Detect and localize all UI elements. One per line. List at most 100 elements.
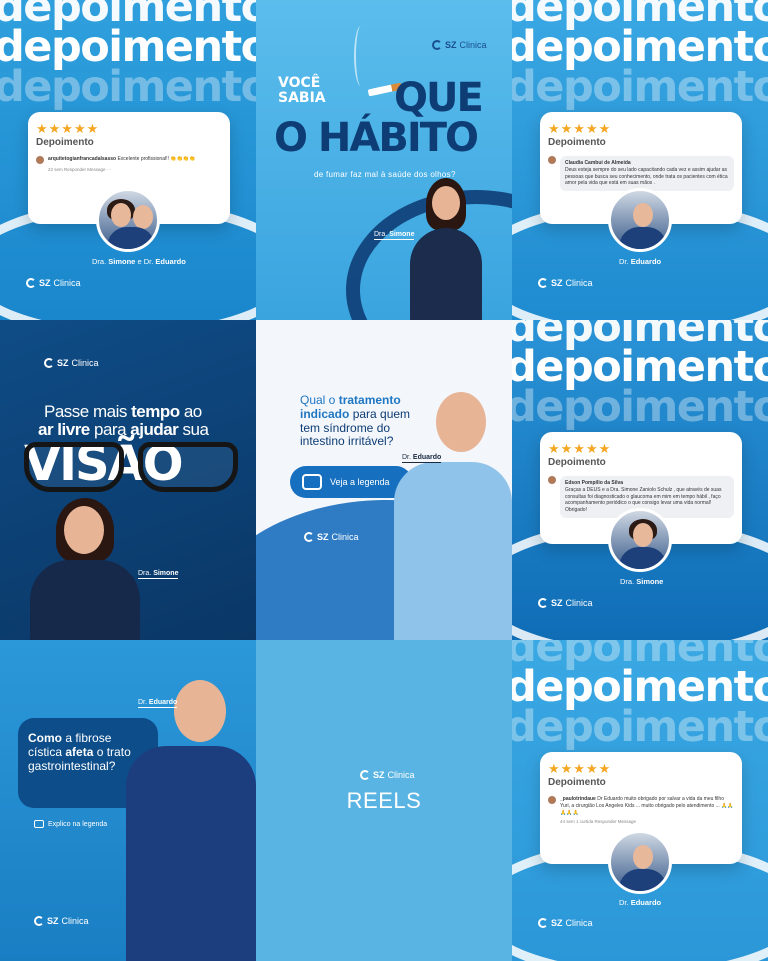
caption-part: Simone bbox=[108, 257, 136, 266]
logo-text: SZ bbox=[551, 278, 563, 288]
doctors-photo bbox=[96, 188, 160, 252]
headline-que: QUE bbox=[394, 75, 484, 121]
photo-caption: Dr. Eduardo bbox=[619, 257, 661, 266]
backdrop-word: depoimento bbox=[512, 382, 768, 432]
logo-text: Clinica bbox=[565, 278, 593, 288]
post-sindrome-intestino[interactable]: Qual o tratamento indicado para quem tem… bbox=[256, 320, 512, 640]
brand-logo: SZ Clinica bbox=[538, 598, 593, 608]
lens-right bbox=[138, 442, 238, 492]
comment-user: _paulotrindaue bbox=[560, 796, 596, 802]
doctor-photo bbox=[608, 188, 672, 252]
body-shape bbox=[126, 746, 256, 961]
doctor-photo bbox=[126, 680, 256, 961]
doctor-tag: Dra. Simone bbox=[374, 231, 415, 240]
brand-logo: SZ Clinica bbox=[538, 918, 593, 928]
logo-text: SZ bbox=[445, 40, 457, 50]
doctor-tag: Dr. Eduardo bbox=[138, 699, 178, 708]
lens-left bbox=[24, 442, 124, 492]
brand-logo: SZ Clinica bbox=[538, 278, 593, 288]
brand-logo: SZ Clinica bbox=[44, 358, 99, 368]
doctor-tag: Dra. Simone bbox=[138, 570, 179, 579]
post-depoimento-3[interactable]: depoimento depoimento depoimento ★★★★★ D… bbox=[512, 320, 768, 640]
smoke-decoration bbox=[354, 26, 368, 86]
logo-text: SZ bbox=[47, 916, 59, 926]
doctor-photo bbox=[30, 498, 140, 640]
comment-body: Claudia Cambui de Almeida Deus esteja sem… bbox=[560, 156, 734, 191]
comment-body: arquitetogianfrancadalsasso Excelente pr… bbox=[48, 156, 195, 164]
logo-text: Clinica bbox=[71, 358, 99, 368]
head-shape bbox=[174, 680, 226, 742]
caption-part: Simone bbox=[636, 577, 664, 586]
glasses-icon bbox=[18, 438, 244, 494]
tag-part: Eduardo bbox=[412, 454, 442, 461]
logo-text: Clinica bbox=[331, 532, 359, 542]
card-title: Depoimento bbox=[548, 137, 606, 148]
logo-text: Clinica bbox=[53, 278, 81, 288]
body-shape bbox=[619, 227, 667, 249]
comment-meta: 44 sem 1 curtida Responder Message bbox=[560, 819, 637, 825]
comment-user: Edson Pompílio da Silva bbox=[565, 480, 624, 486]
comment-body: _paulotrindaue Dr Eduardo muito obrigado… bbox=[560, 796, 734, 816]
caption-part: Eduardo bbox=[630, 898, 662, 907]
post-reels[interactable]: SZ Clinica REELS bbox=[256, 640, 512, 961]
logo-text: SZ bbox=[57, 358, 69, 368]
brand-logo: SZ Clinica bbox=[26, 278, 81, 288]
logo-text: SZ bbox=[39, 278, 51, 288]
body-shape bbox=[394, 462, 512, 640]
avatar bbox=[548, 156, 556, 164]
head-shape bbox=[436, 392, 486, 452]
brand-logo: SZ Clinica bbox=[34, 916, 89, 926]
headline-top: VOCÊ SABIA bbox=[278, 76, 326, 105]
post-fibrose-cistica[interactable]: Como a fibrose cística afeta o trato gas… bbox=[0, 640, 256, 961]
tag-part: Eduardo bbox=[148, 699, 178, 706]
logo-icon bbox=[34, 916, 44, 926]
backdrop-word: depoimento bbox=[512, 702, 768, 752]
comment: Claudia Cambui de Almeida Deus esteja sem… bbox=[548, 156, 734, 191]
photo-caption: Dra. Simone e Dr. Eduardo bbox=[92, 257, 186, 266]
rating-stars: ★★★★★ bbox=[548, 121, 612, 136]
caption-part: Dra. bbox=[620, 577, 635, 586]
caption-part: Dr. bbox=[619, 257, 629, 266]
rating-stars: ★★★★★ bbox=[548, 441, 612, 456]
post-depoimento-4[interactable]: depoimento depoimento depoimento ★★★★★ D… bbox=[512, 640, 768, 961]
post-depoimento-1[interactable]: depoimento depoimento depoimento ★★★★★ D… bbox=[0, 0, 256, 320]
tag-part: Simone bbox=[389, 231, 415, 238]
comment-meta: 22 sem Responder Message ··· bbox=[48, 167, 112, 172]
reels-label: REELS bbox=[346, 788, 422, 813]
logo-text: SZ bbox=[317, 532, 329, 542]
head-shape bbox=[633, 523, 653, 547]
photo-caption: Dr. Eduardo bbox=[619, 898, 661, 907]
brand-logo: SZ Clinica bbox=[360, 770, 415, 780]
logo-icon bbox=[44, 358, 54, 368]
caption-part: Eduardo bbox=[630, 257, 662, 266]
body-shape bbox=[619, 869, 667, 891]
brand-logo: SZ Clinica bbox=[304, 532, 359, 542]
body-shape bbox=[410, 228, 482, 320]
caption-part: Dra. bbox=[92, 257, 107, 266]
card-title: Depoimento bbox=[36, 137, 94, 148]
logo-text: Clinica bbox=[565, 598, 593, 608]
headline-part: sua bbox=[182, 420, 209, 439]
post-visao[interactable]: SZ Clinica Passe mais tempo ao ar livre p… bbox=[0, 320, 256, 640]
logo-text: SZ bbox=[551, 598, 563, 608]
rating-stars: ★★★★★ bbox=[36, 121, 100, 136]
brand-logo: SZ Clinica bbox=[432, 40, 487, 50]
doctor-photo bbox=[406, 176, 486, 320]
headline-line: VOCÊ bbox=[278, 75, 321, 91]
body-shape bbox=[619, 547, 667, 569]
tag-part: Dr. bbox=[138, 699, 147, 706]
doctor-tag: Dr. Eduardo bbox=[402, 454, 442, 463]
headline-part: Como bbox=[28, 731, 62, 745]
head-shape bbox=[432, 186, 460, 220]
explico-legenda-link[interactable]: Explico na legenda bbox=[34, 820, 107, 828]
rating-stars: ★★★★★ bbox=[548, 761, 612, 776]
logo-icon bbox=[538, 918, 548, 928]
post-voce-sabia[interactable]: SZ Clinica VOCÊ SABIA QUE O HÁBITO de fum… bbox=[256, 0, 512, 320]
post-depoimento-2[interactable]: depoimento depoimento depoimento ★★★★★ D… bbox=[512, 0, 768, 320]
head-shape bbox=[633, 845, 653, 869]
logo-icon bbox=[304, 532, 314, 542]
logo-text: SZ bbox=[373, 770, 385, 780]
logo-text: Clinica bbox=[387, 770, 415, 780]
caption-part: Dr. bbox=[619, 898, 629, 907]
comment: _paulotrindaue Dr Eduardo muito obrigado… bbox=[548, 796, 734, 816]
